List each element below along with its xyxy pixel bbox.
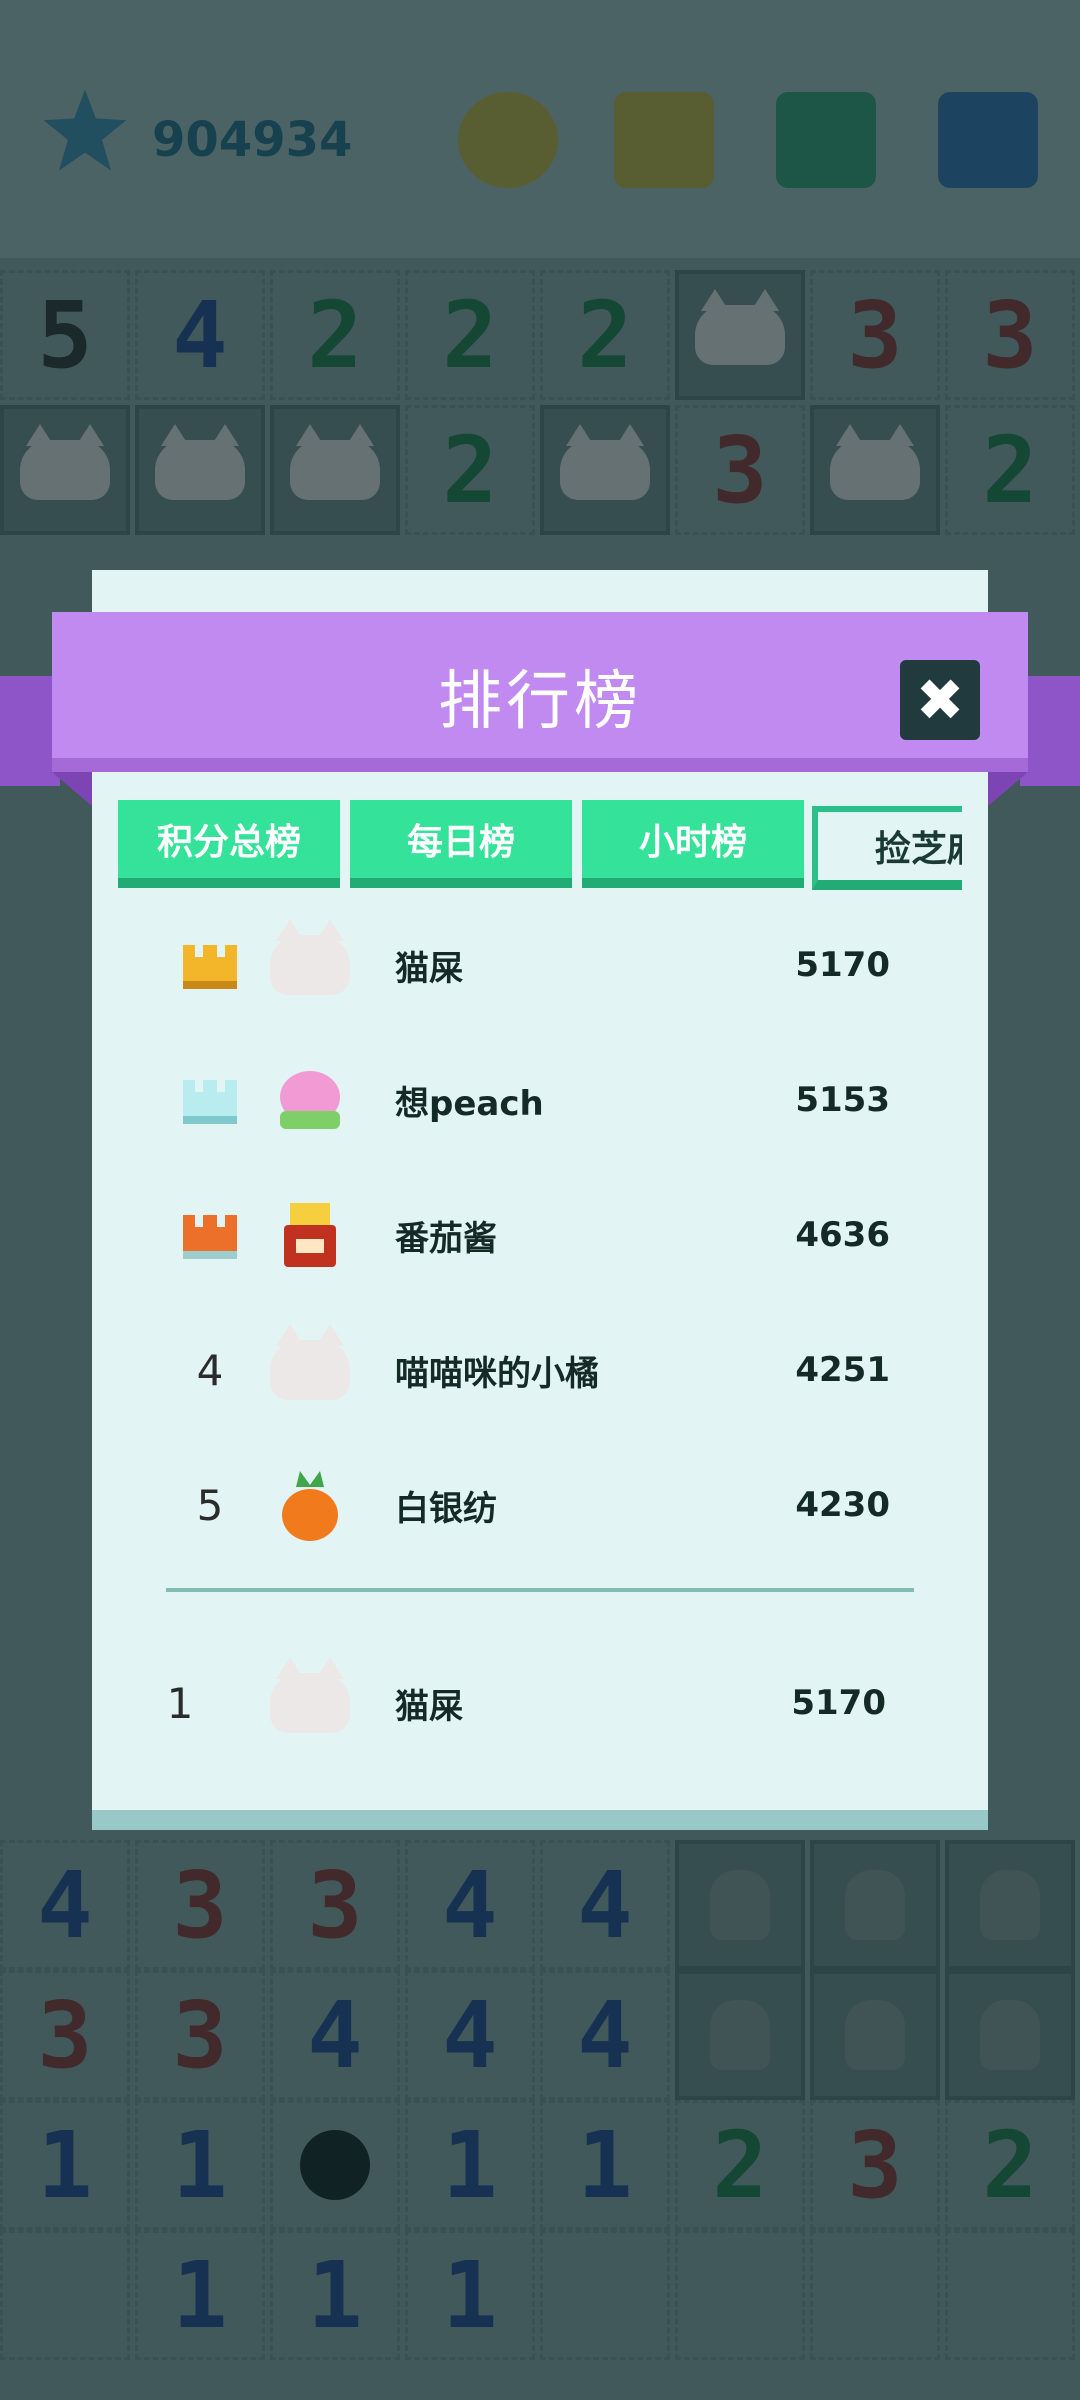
my-rank: 1 bbox=[166, 1678, 194, 1728]
banner-fold-left bbox=[52, 772, 92, 806]
player-score: 5170 bbox=[795, 945, 890, 985]
leaderboard-row: 5 白银纺 4230 bbox=[140, 1450, 920, 1560]
rank-cell bbox=[170, 910, 250, 1020]
close-button[interactable]: ✖ bbox=[900, 660, 980, 740]
carrot-avatar-icon bbox=[270, 1465, 350, 1545]
leaderboard-tabs: 积分总榜 每日榜 小时榜 捡芝麻 bbox=[118, 796, 962, 896]
player-name: 猫屎 bbox=[395, 948, 463, 989]
player-score: 4251 bbox=[795, 1350, 890, 1390]
list-divider bbox=[166, 1588, 914, 1592]
cat-avatar-icon bbox=[270, 919, 350, 1005]
player-name: 番茄酱 bbox=[395, 1218, 497, 1259]
my-name: 猫屎 bbox=[395, 1686, 463, 1727]
player-name: 白银纺 bbox=[395, 1488, 497, 1529]
tab-daily[interactable]: 每日榜 bbox=[350, 800, 572, 888]
player-name: 喵喵咪的小橘 bbox=[395, 1353, 599, 1394]
tab-pick-sesame[interactable]: 捡芝麻 bbox=[812, 806, 962, 890]
peach-avatar-icon bbox=[270, 1060, 350, 1140]
cat-avatar-icon bbox=[270, 1657, 350, 1743]
player-name: 想peach bbox=[395, 1083, 544, 1124]
silver-crown-icon bbox=[183, 1080, 237, 1124]
leaderboard-row: 4 喵喵咪的小橘 4251 bbox=[140, 1315, 920, 1425]
my-score: 5170 bbox=[791, 1683, 886, 1723]
gold-crown-icon bbox=[183, 945, 237, 989]
leaderboard-row: 猫屎 5170 bbox=[140, 910, 920, 1020]
player-score: 4636 bbox=[795, 1215, 890, 1255]
tab-hourly[interactable]: 小时榜 bbox=[582, 800, 804, 888]
tab-total-score[interactable]: 积分总榜 bbox=[118, 800, 340, 888]
fries-avatar-icon bbox=[270, 1195, 350, 1275]
leaderboard-row: 想peach 5153 bbox=[140, 1045, 920, 1155]
rank-cell bbox=[170, 1180, 250, 1290]
player-score: 5153 bbox=[795, 1080, 890, 1120]
close-icon: ✖ bbox=[915, 666, 965, 734]
cat-avatar-icon bbox=[270, 1324, 350, 1410]
rank-cell: 4 bbox=[196, 1345, 224, 1395]
player-score: 4230 bbox=[795, 1485, 890, 1525]
bronze-crown-icon bbox=[183, 1215, 237, 1259]
leaderboard-row: 番茄酱 4636 bbox=[140, 1180, 920, 1290]
my-rank-row: 1 猫屎 5170 bbox=[140, 1648, 920, 1758]
banner-fold-right bbox=[988, 772, 1028, 806]
rank-cell bbox=[170, 1045, 250, 1155]
rank-cell: 5 bbox=[196, 1480, 224, 1530]
